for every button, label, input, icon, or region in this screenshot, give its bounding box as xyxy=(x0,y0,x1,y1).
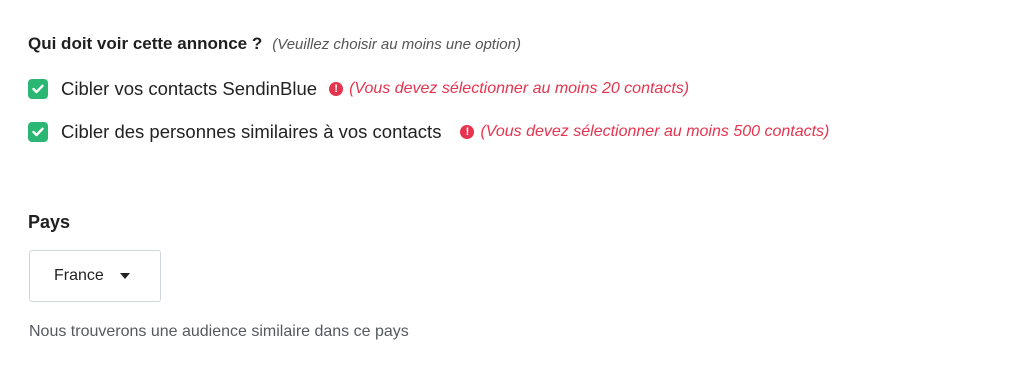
warning-target-similar: ! (Vous devez sélectionner au moins 500 … xyxy=(460,123,829,141)
checkbox-target-contacts[interactable] xyxy=(28,79,48,99)
option-target-similar[interactable]: Cibler des personnes similaires à vos co… xyxy=(28,121,829,143)
option-label-target-similar[interactable]: Cibler des personnes similaires à vos co… xyxy=(61,121,441,143)
question-title: Qui doit voir cette annonce ? xyxy=(28,34,263,53)
checkmark-icon xyxy=(32,127,44,137)
checkmark-icon xyxy=(32,84,44,94)
exclamation-circle-icon: ! xyxy=(460,125,475,139)
country-select-value[interactable]: France xyxy=(54,267,104,285)
country-select[interactable]: France xyxy=(29,250,161,302)
country-help-text: Nous trouverons une audience similaire d… xyxy=(29,323,409,340)
question-header: Qui doit voir cette annonce ? (Veuillez … xyxy=(28,34,521,58)
country-section-title: Pays xyxy=(28,212,71,232)
warning-text-target-contacts: (Vous devez sélectionner au moins 20 con… xyxy=(349,80,690,97)
question-hint: (Veuillez choisir au moins une option) xyxy=(272,36,521,53)
option-target-contacts[interactable]: Cibler vos contacts SendinBlue ! (Vous d… xyxy=(28,78,689,100)
warning-target-contacts: ! (Vous devez sélectionner au moins 20 c… xyxy=(329,80,689,98)
option-label-target-contacts[interactable]: Cibler vos contacts SendinBlue xyxy=(61,78,317,100)
exclamation-circle-icon: ! xyxy=(329,82,344,96)
audience-targeting-panel: Qui doit voir cette annonce ? (Veuillez … xyxy=(0,0,1024,386)
caret-down-icon[interactable] xyxy=(119,273,130,279)
checkbox-target-similar[interactable] xyxy=(28,122,48,142)
warning-text-target-similar: (Vous devez sélectionner au moins 500 co… xyxy=(480,123,830,140)
